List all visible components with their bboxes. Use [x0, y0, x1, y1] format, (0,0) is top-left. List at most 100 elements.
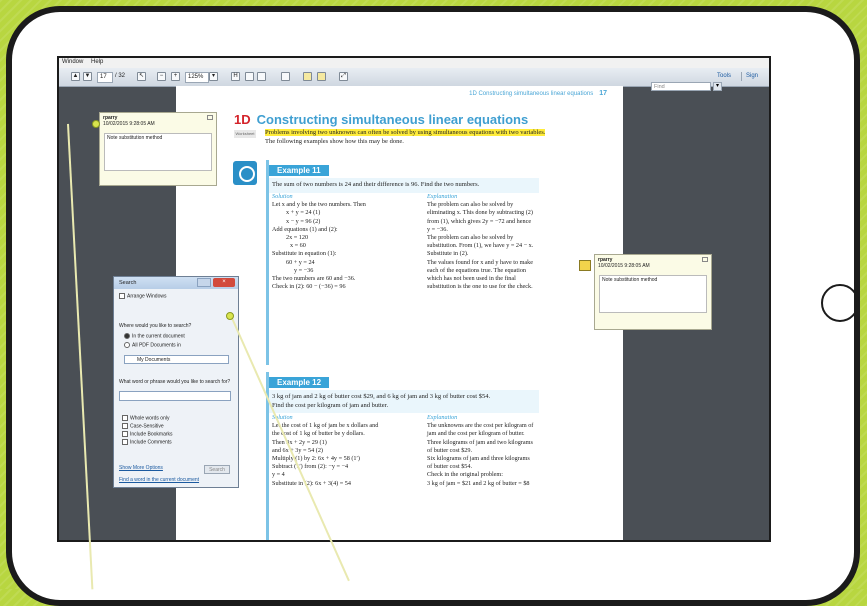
explanation-line: Three kilograms of jam and two kilograms — [427, 438, 533, 446]
example-11-label: Example 11 — [269, 165, 329, 176]
solution-line: 2x = 120 — [286, 234, 309, 242]
note-date: 10/02/2015 9:28:05 AM — [103, 121, 155, 127]
zoom-dropdown-icon[interactable]: ▾ — [209, 72, 218, 81]
radio-all-pdfs[interactable]: All PDF Documents in — [124, 342, 181, 348]
checkbox-whole-words[interactable]: Whole words only — [122, 415, 169, 421]
worksheet-tag[interactable]: Worksheet — [234, 130, 256, 138]
note-text[interactable]: Note substitution method — [104, 133, 212, 171]
explanation-line: y = −36. — [427, 225, 448, 233]
checkbox-icon — [122, 431, 128, 437]
sign-link[interactable]: Sign — [741, 72, 758, 81]
zoom-out-icon[interactable]: − — [157, 72, 166, 81]
expand-icon[interactable]: ⤢ — [339, 72, 348, 81]
close-icon[interactable]: × — [213, 278, 235, 287]
radio-current-document[interactable]: In the current document — [124, 333, 185, 339]
checkbox-include-bookmarks[interactable]: Include Bookmarks — [122, 431, 173, 437]
intro-paragraph: Problems involving two unknowns can ofte… — [265, 129, 555, 146]
solution-line: y = 4 — [272, 471, 285, 479]
explanation-line: which has not been used in the final — [427, 275, 516, 283]
note-marker-icon[interactable] — [579, 260, 591, 271]
find-dropdown-icon[interactable]: ▾ — [713, 82, 722, 91]
dialog-minmax-icon[interactable] — [197, 278, 211, 287]
note-text[interactable]: Note substitution method — [599, 275, 707, 313]
home-button[interactable] — [821, 284, 859, 322]
solution-line: x − y = 96 (2) — [286, 217, 321, 225]
example-12-explanation: Explanation The unknowns are the cost pe… — [427, 414, 533, 488]
solution-line: Substitute in equation (1): — [272, 250, 337, 258]
note-close-icon[interactable] — [702, 257, 708, 262]
explanation-line: of butter cost $54. — [427, 463, 473, 471]
fit-page-icon[interactable]: H — [231, 72, 240, 81]
note-header: rparry 10/02/2015 9:28:05 AM — [595, 255, 711, 273]
explanation-line: The unknowns are the cost per kilogram o… — [427, 422, 534, 430]
menu-bar: Window Help — [59, 58, 769, 68]
prev-page-icon[interactable]: ▲ — [71, 72, 80, 81]
find-input[interactable]: Find — [651, 82, 711, 91]
solution-line: 60 + y = 24 — [286, 258, 315, 266]
explanation-line: Substitute in (2). — [427, 250, 469, 258]
find-word-link[interactable]: Find a word in the current document — [119, 477, 199, 483]
note-date: 10/02/2015 9:28:05 AM — [598, 263, 650, 269]
tools-link[interactable]: Tools — [717, 72, 731, 81]
solution-line: Subtract (1′) from (2): −y = −4 — [272, 463, 349, 471]
sticky-note-icon[interactable] — [317, 72, 326, 81]
explanation-line: The problem can also be solved by — [427, 234, 514, 242]
solution-line: Add equations (1) and (2): — [272, 225, 338, 233]
radio-icon — [124, 333, 130, 339]
sticky-note-right[interactable]: rparry 10/02/2015 9:28:05 AM Note substi… — [594, 254, 712, 330]
solution-label: Solution — [272, 414, 293, 421]
sticky-note-left[interactable]: rparry 10/02/2015 9:28:05 AM Note substi… — [99, 112, 217, 186]
single-page-icon[interactable] — [245, 72, 254, 81]
checkbox-icon — [122, 439, 128, 445]
solution-line: x + y = 24 (1) — [286, 209, 321, 217]
menu-window[interactable]: Window — [62, 59, 83, 65]
select-tool-icon[interactable]: ↖ — [137, 72, 146, 81]
explanation-line: The problem can also be solved by — [427, 201, 514, 209]
menu-help[interactable]: Help — [91, 59, 103, 65]
running-header: 1D Constructing simultaneous linear equa… — [469, 90, 607, 97]
example-11-solution: Solution Let x and y be the two numbers.… — [272, 193, 366, 291]
highlight-icon[interactable] — [303, 72, 312, 81]
next-page-icon[interactable]: ▼ — [83, 72, 92, 81]
arrange-icon — [119, 293, 125, 299]
solution-line: Multiply (1) by 2: 6x + 4y = 58 (1′) — [272, 455, 360, 463]
folder-select[interactable]: My Documents — [124, 355, 229, 364]
callout-dot-right — [226, 312, 234, 320]
what-question: What word or phrase would you like to se… — [119, 379, 231, 385]
checkbox-icon — [122, 415, 128, 421]
callout-dot-left — [92, 120, 100, 128]
section-number: 1D — [234, 112, 251, 127]
highlighted-text[interactable]: Problems involving two unknowns can ofte… — [265, 129, 546, 136]
solution-line: y = −36 — [294, 266, 314, 274]
full-screen-icon[interactable] — [281, 72, 290, 81]
solution-line: Let x and y be the two numbers. Then — [272, 201, 366, 209]
checkbox-case-sensitive[interactable]: Case-Sensitive — [122, 423, 164, 429]
zoom-in-icon[interactable]: + — [171, 72, 180, 81]
search-phrase-input[interactable] — [119, 391, 231, 401]
show-more-options-link[interactable]: Show More Options — [119, 465, 163, 471]
include-comments-label: Include Comments — [130, 439, 172, 446]
explanation-line: from (1), which gives 2y = −72 and hence — [427, 217, 532, 225]
explanation-line: of butter cost $29. — [427, 446, 473, 454]
explanation-line: substitution is the one to use for the c… — [427, 283, 533, 291]
two-page-icon[interactable] — [257, 72, 266, 81]
explanation-line: eliminating x. This done by subtracting … — [427, 209, 533, 217]
page-total: / 32 — [115, 73, 126, 79]
explanation-line: Check in the original problem: — [427, 471, 503, 479]
example-12-question: 3 kg of jam and 2 kg of butter cost $29,… — [269, 390, 539, 413]
zoom-level-field[interactable]: 125% — [185, 72, 209, 83]
radio-all-label: All PDF Documents in — [132, 342, 181, 349]
pdf-page: 1D Constructing simultaneous linear equa… — [176, 86, 623, 540]
search-button[interactable]: Search — [204, 465, 230, 474]
explanation-line: substitution. From (1), we have y = 24 −… — [427, 242, 534, 250]
arrange-windows[interactable]: Arrange Windows — [119, 293, 166, 299]
example-12-question-line: Find the cost per kilogram of jam and bu… — [272, 401, 389, 409]
section-title-text: Constructing simultaneous linear equatio… — [256, 112, 529, 127]
video-play-icon[interactable] — [233, 161, 257, 185]
note-close-icon[interactable] — [207, 115, 213, 120]
whole-words-label: Whole words only — [130, 415, 170, 422]
checkbox-include-comments[interactable]: Include Comments — [122, 439, 172, 445]
page-number-input[interactable]: 17 — [97, 72, 113, 83]
note-header: rparry 10/02/2015 9:28:05 AM — [100, 113, 216, 131]
explanation-line: 3 kg of jam = $21 and 2 kg of butter = $… — [427, 479, 530, 487]
